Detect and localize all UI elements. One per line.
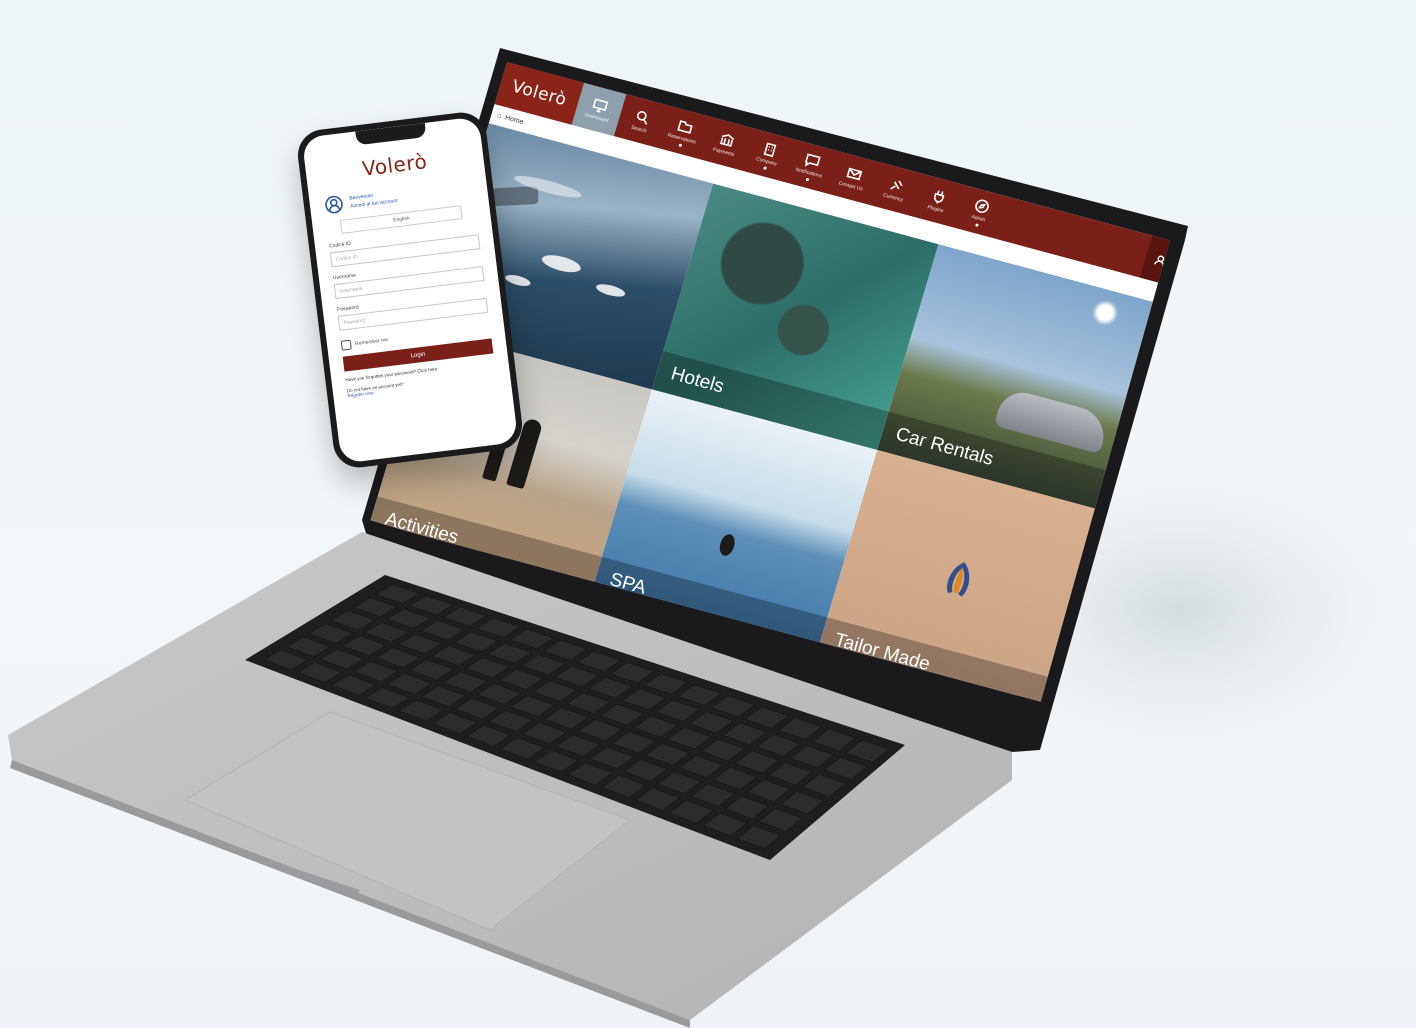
indicator-dot <box>805 177 809 181</box>
nav-label: Admin <box>970 213 987 223</box>
indicator-dot <box>678 142 682 147</box>
cloud <box>594 281 627 300</box>
monitor-icon <box>592 98 609 113</box>
bank-icon <box>719 134 735 147</box>
compass-icon <box>975 199 989 213</box>
breadcrumb-home[interactable]: Home <box>504 114 524 126</box>
cloud <box>540 251 583 276</box>
satellite-icon <box>890 180 903 190</box>
home-icon[interactable]: ⌂ <box>496 112 502 120</box>
indicator-dot <box>762 165 767 170</box>
mail-icon <box>846 167 863 181</box>
remember-checkbox[interactable] <box>340 339 352 351</box>
nav-label: Reservations <box>666 131 697 146</box>
folder-icon <box>677 119 693 134</box>
plug-icon <box>933 190 945 204</box>
tile-label: Tailor Made <box>815 617 1052 703</box>
chat-icon <box>804 152 821 167</box>
tile-label: Activities <box>370 496 603 596</box>
building-icon <box>763 142 777 157</box>
login-form: Volerò Benvenuto Accedi al tuo account E… <box>319 144 497 398</box>
nav-label: Notifications <box>794 166 823 180</box>
remember-label: Remember me <box>354 337 389 348</box>
laptop-screen: Volerò Dashboard Search Reservations Pay… <box>0 0 1416 1028</box>
indicator-dot <box>974 222 979 227</box>
swimmer <box>717 532 738 558</box>
cloud <box>504 272 532 289</box>
user-menu-button[interactable] <box>1139 235 1170 286</box>
search-icon <box>636 111 648 125</box>
tile-label: SPA <box>590 556 827 656</box>
tailor-made-logo <box>947 562 970 597</box>
user-circle-icon <box>325 195 343 214</box>
sun <box>1089 297 1122 329</box>
user-icon <box>1154 255 1165 267</box>
